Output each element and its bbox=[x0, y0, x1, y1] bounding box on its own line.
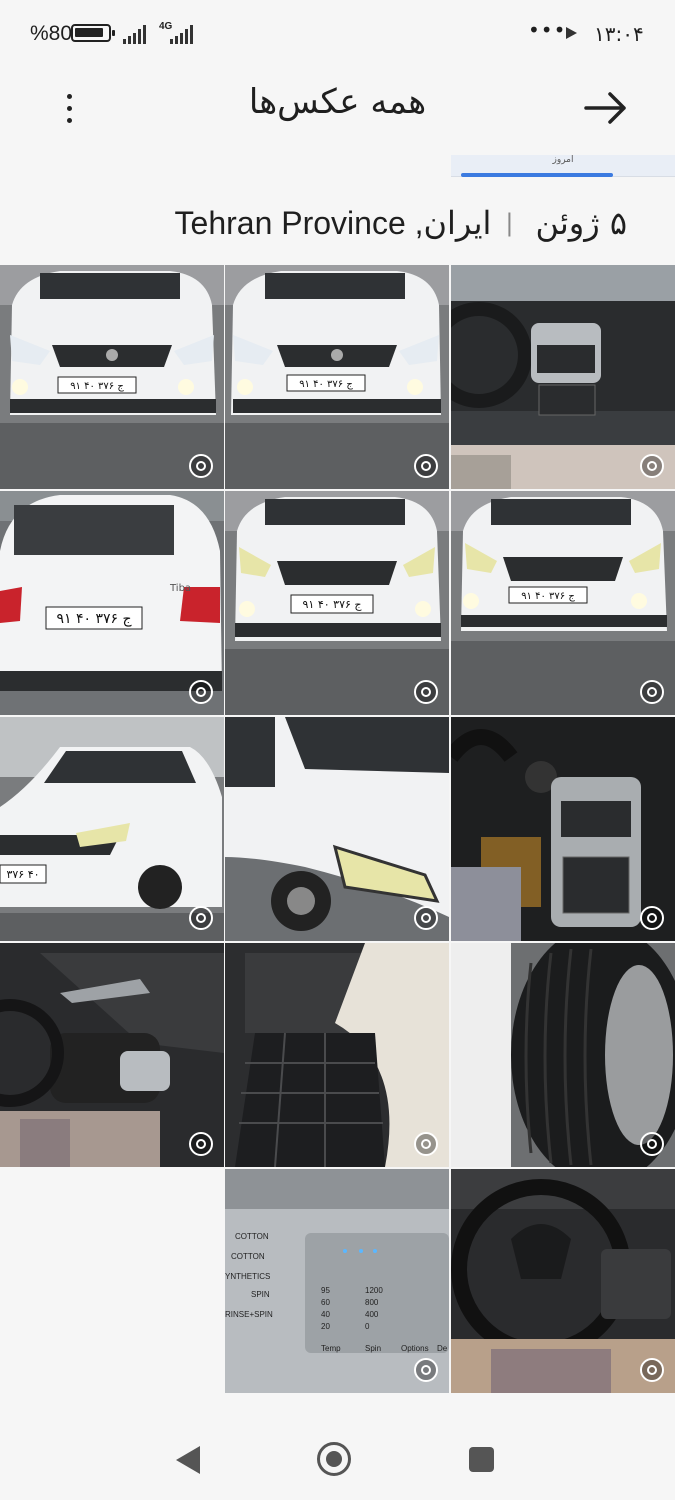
motion-photo-icon bbox=[414, 680, 438, 704]
app-bar: همه عکس‌ها bbox=[0, 68, 675, 148]
photo-tile[interactable]: ۹۱ ج ۳۷۶ ۴۰ Tiba bbox=[0, 491, 224, 715]
svg-text:۳۷۶ ۴۰: ۳۷۶ ۴۰ bbox=[6, 868, 39, 881]
system-nav-bar bbox=[0, 1410, 675, 1500]
notification-dots-icon: ••• bbox=[528, 18, 567, 42]
battery-percent: %80 bbox=[30, 22, 73, 45]
motion-photo-icon bbox=[189, 1132, 213, 1156]
washer-spin-4: 0 bbox=[365, 1322, 370, 1331]
svg-text:۹۱ ج ۳۷۶ ۴۰: ۹۱ ج ۳۷۶ ۴۰ bbox=[70, 381, 124, 392]
section-date: ۵ ژوئن bbox=[535, 204, 627, 242]
washer-program-2: COTTON bbox=[231, 1252, 265, 1261]
washer-temp-3: 40 bbox=[321, 1310, 330, 1319]
washer-button-3: Options bbox=[401, 1344, 429, 1353]
date-section-header: ۵ ژوئن | ایران, Tehran Province bbox=[175, 200, 627, 246]
svg-text:۹۱ ج ۳۷۶ ۴۰: ۹۱ ج ۳۷۶ ۴۰ bbox=[56, 611, 132, 627]
play-notification-icon bbox=[566, 27, 577, 39]
washer-spin-1: 1200 bbox=[365, 1286, 383, 1295]
battery-icon bbox=[71, 24, 115, 42]
photo-tile[interactable] bbox=[0, 943, 224, 1167]
svg-text:۹۱ ج ۳۷۶ ۴۰: ۹۱ ج ۳۷۶ ۴۰ bbox=[299, 379, 353, 390]
washer-temp-2: 60 bbox=[321, 1298, 330, 1307]
clock: ۱۳:۰۴ bbox=[594, 22, 644, 46]
motion-photo-icon bbox=[640, 680, 664, 704]
photo-tile[interactable]: ۹۱ ج ۳۷۶ ۴۰ bbox=[225, 491, 449, 715]
photo-tile[interactable]: ۹۱ ج ۳۷۶ ۴۰ bbox=[451, 491, 675, 715]
svg-text:Tiba: Tiba bbox=[169, 583, 191, 594]
section-location: ایران, Tehran Province bbox=[174, 205, 492, 241]
photo-tile[interactable]: ۳۷۶ ۴۰ bbox=[0, 717, 224, 941]
photo-tile[interactable] bbox=[451, 265, 675, 489]
washer-temp-4: 20 bbox=[321, 1322, 330, 1331]
nav-back-icon[interactable] bbox=[176, 1446, 200, 1474]
nav-home-icon[interactable] bbox=[317, 1442, 351, 1476]
motion-photo-icon bbox=[189, 906, 213, 930]
motion-photo-icon bbox=[640, 1132, 664, 1156]
motion-photo-icon bbox=[640, 454, 664, 478]
photo-tile[interactable] bbox=[451, 717, 675, 941]
page-title: همه عکس‌ها bbox=[248, 82, 427, 122]
washer-program-4: SPIN bbox=[251, 1290, 270, 1299]
washer-button-4: De bbox=[437, 1344, 448, 1353]
photo-tile[interactable] bbox=[225, 717, 449, 941]
washer-program-1: COTTON bbox=[235, 1232, 269, 1241]
motion-photo-icon bbox=[414, 454, 438, 478]
motion-photo-icon bbox=[414, 1358, 438, 1382]
scroll-preview-strip[interactable]: امروز bbox=[451, 155, 675, 177]
washer-spin-3: 400 bbox=[365, 1310, 379, 1319]
motion-photo-icon bbox=[640, 1358, 664, 1382]
motion-photo-icon bbox=[640, 906, 664, 930]
svg-text:۹۱ ج ۳۷۶ ۴۰: ۹۱ ج ۳۷۶ ۴۰ bbox=[521, 591, 575, 602]
section-separator: | bbox=[505, 209, 514, 237]
back-arrow-icon[interactable] bbox=[578, 86, 632, 130]
photo-tile[interactable] bbox=[225, 943, 449, 1167]
motion-photo-icon bbox=[189, 454, 213, 478]
washer-spin-2: 800 bbox=[365, 1298, 379, 1307]
svg-text:۹۱ ج ۳۷۶ ۴۰: ۹۱ ج ۳۷۶ ۴۰ bbox=[303, 598, 363, 611]
washer-button-1: Temp bbox=[321, 1344, 341, 1353]
photo-tile[interactable]: ۹۱ ج ۳۷۶ ۴۰ bbox=[225, 265, 449, 489]
photo-tile[interactable]: COTTON COTTON YNTHETICS SPIN RINSE+SPIN … bbox=[225, 1169, 449, 1393]
nav-recents-icon[interactable] bbox=[469, 1447, 494, 1472]
preview-label: امروز bbox=[552, 155, 574, 165]
photo-tile[interactable]: ۹۱ ج ۳۷۶ ۴۰ bbox=[0, 265, 224, 489]
motion-photo-icon bbox=[414, 906, 438, 930]
motion-photo-icon bbox=[189, 680, 213, 704]
status-bar: %80 4G ••• ۱۳:۰۴ bbox=[0, 0, 675, 68]
washer-button-2: Spin bbox=[365, 1344, 381, 1353]
motion-photo-icon bbox=[414, 1132, 438, 1156]
washer-temp-1: 95 bbox=[321, 1286, 330, 1295]
wifi-signal-icon bbox=[123, 24, 146, 44]
washer-program-5: RINSE+SPIN bbox=[225, 1310, 273, 1319]
washer-program-3: YNTHETICS bbox=[225, 1272, 270, 1281]
photo-tile[interactable] bbox=[451, 1169, 675, 1393]
photo-tile[interactable] bbox=[451, 943, 675, 1167]
preview-bar bbox=[461, 173, 613, 177]
cell-signal-icon bbox=[170, 24, 193, 44]
